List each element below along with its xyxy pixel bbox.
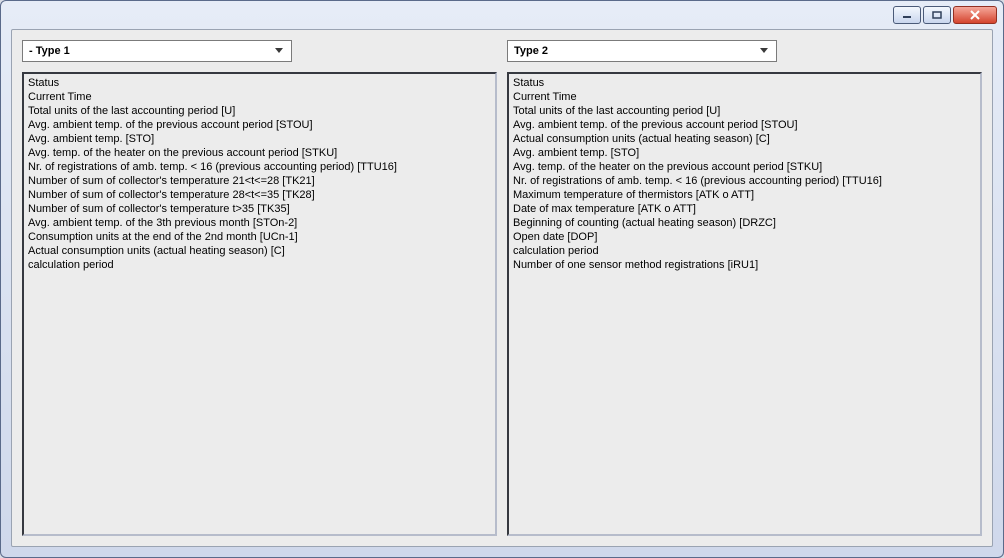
minimize-button[interactable] [893, 6, 921, 24]
list-item[interactable]: Avg. ambient temp. of the previous accou… [28, 118, 491, 132]
list-item[interactable]: calculation period [513, 244, 976, 258]
list-item[interactable]: Status [513, 76, 976, 90]
listbox-right[interactable]: StatusCurrent TimeTotal units of the las… [507, 72, 982, 536]
list-item[interactable]: Total units of the last accounting perio… [28, 104, 491, 118]
list-item[interactable]: Current Time [28, 90, 491, 104]
type-select-right[interactable]: Type 2 [507, 40, 777, 62]
list-item[interactable]: Consumption units at the end of the 2nd … [28, 230, 491, 244]
list-item[interactable]: Avg. ambient temp. of the previous accou… [513, 118, 976, 132]
maximize-button[interactable] [923, 6, 951, 24]
type-select-left-value: - Type 1 [29, 45, 271, 57]
maximize-icon [932, 11, 942, 19]
list-item[interactable]: Number of sum of collector's temperature… [28, 202, 491, 216]
list-item[interactable]: Avg. temp. of the heater on the previous… [513, 160, 976, 174]
list-item[interactable]: Avg. temp. of the heater on the previous… [28, 146, 491, 160]
list-item[interactable]: Number of sum of collector's temperature… [28, 188, 491, 202]
list-item[interactable]: Nr. of registrations of amb. temp. < 16 … [513, 174, 976, 188]
list-item[interactable]: Status [28, 76, 491, 90]
list-item[interactable]: Current Time [513, 90, 976, 104]
chevron-down-icon [271, 42, 287, 60]
content-area: - Type 1 StatusCurrent TimeTotal units o… [11, 29, 993, 547]
list-item[interactable]: Maximum temperature of thermistors [ATK … [513, 188, 976, 202]
chevron-down-icon [756, 42, 772, 60]
listbox-left[interactable]: StatusCurrent TimeTotal units of the las… [22, 72, 497, 536]
right-pane: Type 2 StatusCurrent TimeTotal units of … [507, 40, 982, 536]
list-item[interactable]: Avg. ambient temp. of the 3th previous m… [28, 216, 491, 230]
list-item[interactable]: Actual consumption units (actual heating… [513, 132, 976, 146]
list-item[interactable]: Total units of the last accounting perio… [513, 104, 976, 118]
list-item[interactable]: calculation period [28, 258, 491, 272]
list-item[interactable]: Open date [DOP] [513, 230, 976, 244]
minimize-icon [902, 11, 912, 19]
close-icon [969, 10, 981, 20]
list-item[interactable]: Avg. ambient temp. [STO] [513, 146, 976, 160]
list-item[interactable]: Number of one sensor method registration… [513, 258, 976, 272]
type-select-right-value: Type 2 [514, 45, 756, 57]
titlebar [1, 1, 1003, 29]
list-item[interactable]: Number of sum of collector's temperature… [28, 174, 491, 188]
left-pane: - Type 1 StatusCurrent TimeTotal units o… [22, 40, 497, 536]
type-select-left[interactable]: - Type 1 [22, 40, 292, 62]
close-button[interactable] [953, 6, 997, 24]
app-window: - Type 1 StatusCurrent TimeTotal units o… [0, 0, 1004, 558]
list-item[interactable]: Avg. ambient temp. [STO] [28, 132, 491, 146]
list-item[interactable]: Nr. of registrations of amb. temp. < 16 … [28, 160, 491, 174]
list-item[interactable]: Date of max temperature [ATK o ATT] [513, 202, 976, 216]
list-item[interactable]: Actual consumption units (actual heating… [28, 244, 491, 258]
list-item[interactable]: Beginning of counting (actual heating se… [513, 216, 976, 230]
